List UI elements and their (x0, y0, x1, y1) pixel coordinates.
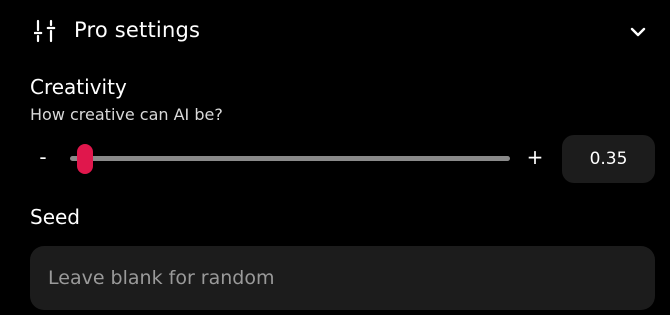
pro-settings-panel: Pro settings Creativity How creative can… (0, 0, 670, 315)
creativity-slider-thumb[interactable] (76, 144, 93, 174)
seed-label: Seed (30, 205, 80, 229)
increase-button[interactable]: + (526, 145, 544, 169)
creativity-label: Creativity (30, 75, 127, 99)
decrease-button[interactable]: - (36, 145, 50, 169)
creativity-value-field[interactable]: 0.35 (562, 135, 655, 183)
creativity-slider-row: - + 0.35 (0, 134, 670, 184)
pro-settings-header[interactable]: Pro settings (0, 0, 670, 62)
pro-settings-title: Pro settings (74, 18, 201, 42)
creativity-description: How creative can AI be? (30, 105, 223, 124)
creativity-slider-track[interactable] (70, 144, 510, 174)
seed-input[interactable] (30, 246, 655, 310)
sliders-icon (34, 19, 56, 43)
chevron-down-icon[interactable] (628, 22, 648, 42)
